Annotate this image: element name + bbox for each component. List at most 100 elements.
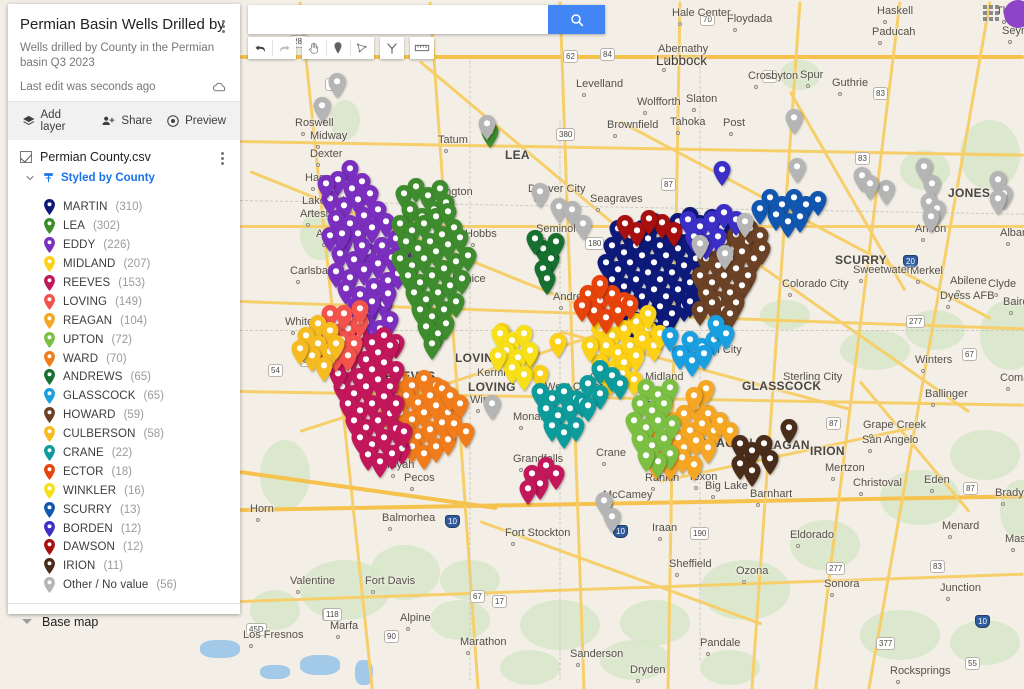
legend-row-ward[interactable]: WARD (70)	[8, 349, 240, 368]
legend-row-culberson[interactable]: CULBERSON (58)	[8, 425, 240, 444]
measure-tool[interactable]	[410, 37, 434, 59]
map-marker-pin[interactable]	[751, 200, 769, 225]
map-marker-pin[interactable]	[327, 335, 345, 360]
map-marker-pin[interactable]	[447, 293, 465, 318]
map-marker-pin[interactable]	[515, 366, 533, 391]
map-marker-pin[interactable]	[877, 180, 895, 205]
map-marker-pin[interactable]	[713, 161, 731, 186]
map-marker-pin[interactable]	[531, 183, 549, 208]
map-marker-pin[interactable]	[291, 340, 309, 365]
map-marker-pin[interactable]	[549, 333, 567, 358]
map-marker-pin[interactable]	[521, 342, 539, 367]
legend-row-crane[interactable]: CRANE (22)	[8, 444, 240, 463]
map-marker-pin[interactable]	[353, 237, 371, 262]
map-marker-pin[interactable]	[437, 315, 455, 340]
style-by-row[interactable]: Styled by County	[24, 171, 228, 184]
measure-group[interactable]	[410, 37, 434, 59]
preview-button[interactable]: Preview	[166, 114, 226, 128]
legend-row-irion[interactable]: IRION (11)	[8, 557, 240, 576]
map-marker-pin[interactable]	[315, 357, 333, 382]
directions-group[interactable]	[380, 37, 404, 59]
panel-action-bar[interactable]: Add layer Share Preview	[8, 101, 240, 140]
map-marker-pin[interactable]	[791, 208, 809, 233]
map-marker-pin[interactable]	[579, 397, 597, 422]
legend-row-reagan[interactable]: REAGAN (104)	[8, 311, 240, 330]
map-marker-pin[interactable]	[379, 285, 397, 310]
map-marker-pin[interactable]	[785, 109, 803, 134]
legend-row-eddy[interactable]: EDDY (226)	[8, 236, 240, 255]
map-marker-pin[interactable]	[489, 347, 507, 372]
map-marker-pin[interactable]	[457, 423, 475, 448]
legend-row-borden[interactable]: BORDEN (12)	[8, 519, 240, 538]
legend-row-lea[interactable]: LEA (302)	[8, 217, 240, 236]
layer-visibility-checkbox[interactable]	[20, 151, 32, 163]
legend-row-midland[interactable]: MIDLAND (207)	[8, 255, 240, 274]
draw-line-tool[interactable]	[350, 37, 374, 59]
google-apps-button[interactable]	[983, 5, 999, 21]
draw-tools-group[interactable]	[302, 37, 374, 59]
map-marker-pin[interactable]	[351, 300, 369, 325]
legend-row-upton[interactable]: UPTON (72)	[8, 330, 240, 349]
legend-row-andrews[interactable]: ANDREWS (65)	[8, 368, 240, 387]
map-marker-pin[interactable]	[328, 73, 346, 98]
redo-tool[interactable]	[272, 37, 296, 59]
add-marker-tool[interactable]	[326, 37, 350, 59]
map-marker-pin[interactable]	[753, 240, 771, 265]
layer-header-row[interactable]: Permian County.csv	[20, 150, 228, 164]
legend-row-scurry[interactable]: SCURRY (13)	[8, 500, 240, 519]
map-toolbar[interactable]	[248, 37, 434, 59]
map-marker-pin[interactable]	[383, 445, 401, 470]
map-marker-pin[interactable]	[809, 191, 827, 216]
map-marker-pin[interactable]	[603, 508, 621, 533]
legend-row-glasscock[interactable]: GLASSCOCK (65)	[8, 387, 240, 406]
avatar[interactable]	[1004, 0, 1024, 28]
map-marker-pin[interactable]	[581, 337, 599, 362]
layer-name[interactable]: Permian County.csv	[40, 150, 151, 164]
map-marker-pin[interactable]	[639, 305, 657, 330]
map-marker-pin[interactable]	[717, 325, 735, 350]
undo-tool[interactable]	[248, 37, 272, 59]
map-marker-pin[interactable]	[459, 247, 477, 272]
map-marker-pin[interactable]	[333, 225, 351, 250]
map-marker-pin[interactable]	[483, 395, 501, 420]
map-marker-pin[interactable]	[395, 423, 413, 448]
select-tool[interactable]	[302, 37, 326, 59]
map-marker-pin[interactable]	[736, 213, 754, 238]
search-input[interactable]	[248, 5, 548, 34]
map-marker-pin[interactable]	[780, 419, 798, 444]
map-marker-pin[interactable]	[313, 97, 331, 122]
map-marker-pin[interactable]	[621, 295, 639, 320]
legend-row-winkler[interactable]: WINKLER (16)	[8, 481, 240, 500]
map-marker-pin[interactable]	[574, 215, 592, 240]
map-marker-pin[interactable]	[922, 208, 940, 233]
map-marker-pin[interactable]	[547, 233, 565, 258]
map-marker-pin[interactable]	[317, 175, 335, 200]
directions-tool[interactable]	[380, 37, 404, 59]
map-search-bar[interactable]	[248, 5, 605, 34]
map-marker-pin[interactable]	[661, 327, 679, 352]
map-marker-pin[interactable]	[743, 462, 761, 487]
map-marker-pin[interactable]	[716, 245, 734, 270]
map-marker-pin[interactable]	[695, 345, 713, 370]
map-marker-pin[interactable]	[761, 450, 779, 475]
map-marker-pin[interactable]	[685, 456, 703, 481]
map-marker-pin[interactable]	[685, 387, 703, 412]
chevron-down-icon[interactable]	[24, 172, 36, 184]
share-button[interactable]: Share	[101, 114, 152, 128]
map-marker-pin[interactable]	[478, 115, 496, 140]
legend-row-reeves[interactable]: REEVES (153)	[8, 274, 240, 293]
style-by-label[interactable]: Styled by County	[61, 172, 155, 184]
map-marker-pin[interactable]	[788, 158, 806, 183]
caret-down-icon[interactable]	[22, 619, 32, 625]
map-marker-pin[interactable]	[989, 190, 1007, 215]
legend-row-loving[interactable]: LOVING (149)	[8, 292, 240, 311]
map-marker-pin[interactable]	[526, 230, 544, 255]
layer-options-icon[interactable]	[214, 150, 230, 166]
map-marker-pin[interactable]	[663, 415, 681, 440]
map-marker-pin[interactable]	[637, 447, 655, 472]
page-title[interactable]: Permian Basin Wells Drilled by Co...	[20, 16, 228, 34]
map-marker-pin[interactable]	[519, 480, 537, 505]
map-marker-pin[interactable]	[538, 270, 556, 295]
legend-row-ector[interactable]: ECTOR (18)	[8, 462, 240, 481]
map-marker-pin[interactable]	[387, 395, 405, 420]
